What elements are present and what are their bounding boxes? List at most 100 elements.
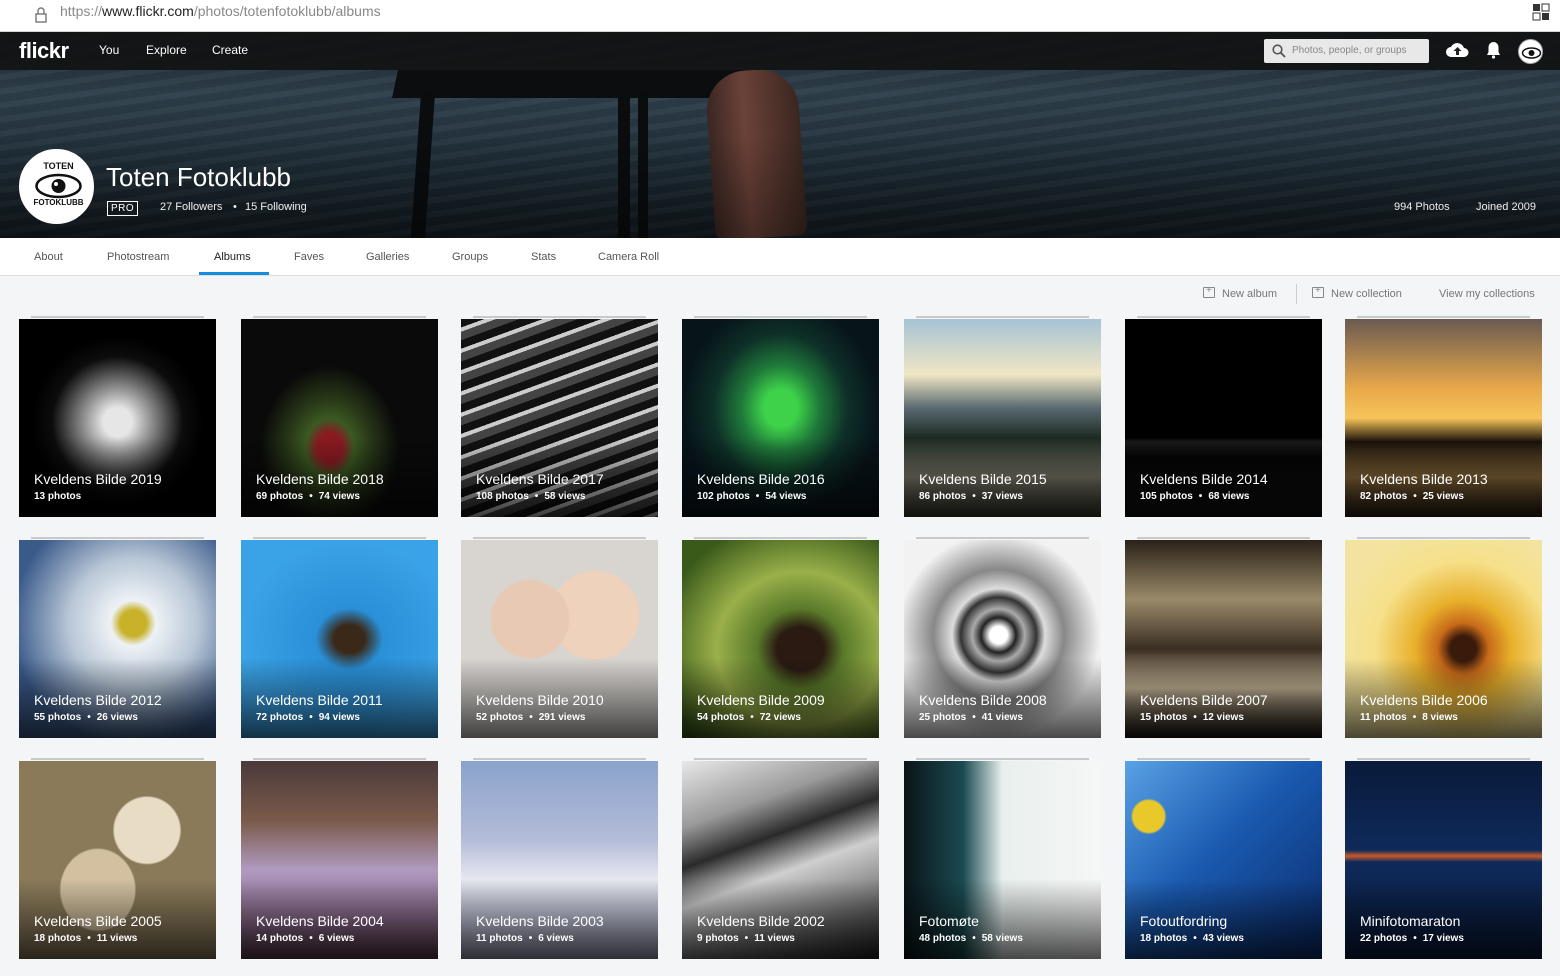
album-stack-edge	[1137, 758, 1310, 760]
album-stack-edge	[31, 537, 204, 539]
search-placeholder: Photos, people, or groups	[1292, 45, 1407, 56]
album-card[interactable]: Fotoutfordring 18 photos • 43 views	[1125, 761, 1322, 959]
url-text[interactable]: https://www.flickr.com/photos/totenfotok…	[60, 2, 381, 20]
album-meta: 25 photos • 41 views	[919, 712, 1023, 723]
view-collections-link[interactable]: View my collections	[1439, 288, 1535, 300]
tab-camera-roll[interactable]: Camera Roll	[598, 251, 659, 263]
album-card[interactable]: Kveldens Bilde 2008 25 photos • 41 views	[904, 540, 1101, 738]
tab-galleries[interactable]: Galleries	[366, 251, 409, 263]
album-card[interactable]: Kveldens Bilde 2006 11 photos • 8 views	[1345, 540, 1542, 738]
album-actions: New album New collection View my collect…	[0, 284, 1560, 304]
album-meta: 22 photos • 17 views	[1360, 933, 1464, 944]
new-album-button[interactable]: New album	[1222, 288, 1277, 300]
search-icon	[1272, 44, 1286, 58]
album-title: Minifotomaraton	[1360, 913, 1461, 929]
album-meta: 18 photos • 11 views	[34, 933, 138, 944]
album-card[interactable]: Kveldens Bilde 2018 69 photos • 74 views	[241, 319, 438, 517]
tab-stats[interactable]: Stats	[531, 251, 556, 263]
album-meta: 69 photos • 74 views	[256, 491, 360, 502]
album-title: Kveldens Bilde 2017	[476, 471, 604, 487]
album-card[interactable]: Kveldens Bilde 2012 55 photos • 26 views	[19, 540, 216, 738]
album-card[interactable]: Kveldens Bilde 2011 72 photos • 94 views	[241, 540, 438, 738]
album-card[interactable]: Kveldens Bilde 2004 14 photos • 6 views	[241, 761, 438, 959]
nav-explore[interactable]: Explore	[146, 43, 187, 57]
extension-icon[interactable]	[1532, 3, 1550, 21]
upload-icon[interactable]	[1446, 41, 1469, 59]
album-card[interactable]: Kveldens Bilde 2014 105 photos • 68 views	[1125, 319, 1322, 517]
tab-albums[interactable]: Albums	[214, 251, 251, 263]
flickr-logo[interactable]: flickr	[19, 38, 69, 64]
album-card[interactable]: Kveldens Bilde 2010 52 photos • 291 views	[461, 540, 658, 738]
album-card[interactable]: Kveldens Bilde 2019 13 photos	[19, 319, 216, 517]
album-meta: 18 photos • 43 views	[1140, 933, 1244, 944]
browser-address-bar[interactable]: https://www.flickr.com/photos/totenfotok…	[0, 0, 1560, 32]
album-meta: 108 photos • 58 views	[476, 491, 586, 502]
album-card[interactable]: Minifotomaraton 22 photos • 17 views	[1345, 761, 1542, 959]
album-meta: 11 photos • 6 views	[476, 933, 574, 944]
album-stack-edge	[31, 758, 204, 760]
nav-create[interactable]: Create	[212, 43, 248, 57]
album-title: Kveldens Bilde 2015	[919, 471, 1047, 487]
followers-link[interactable]: 27 Followers	[160, 201, 222, 213]
notifications-bell-icon[interactable]	[1486, 41, 1501, 59]
svg-text:TOTEN: TOTEN	[43, 161, 73, 171]
profile-name: Toten Fotoklubb	[106, 162, 292, 192]
album-card[interactable]: Kveldens Bilde 2017 108 photos • 58 views	[461, 319, 658, 517]
album-meta: 9 photos • 11 views	[697, 933, 795, 944]
album-card[interactable]: Kveldens Bilde 2013 82 photos • 25 views	[1345, 319, 1542, 517]
album-stack-edge	[473, 758, 646, 760]
album-meta: 14 photos • 6 views	[256, 933, 355, 944]
album-title: Kveldens Bilde 2004	[256, 913, 384, 929]
album-meta: 105 photos • 68 views	[1140, 491, 1250, 502]
album-stack-edge	[31, 316, 204, 318]
album-stack-edge	[916, 316, 1089, 318]
pro-badge[interactable]: PRO	[107, 201, 139, 216]
album-stack-edge	[473, 316, 646, 318]
album-card[interactable]: Fotomøte 48 photos • 58 views	[904, 761, 1101, 959]
tab-photostream[interactable]: Photostream	[107, 251, 169, 263]
album-card[interactable]: Kveldens Bilde 2015 86 photos • 37 views	[904, 319, 1101, 517]
album-meta: 15 photos • 12 views	[1140, 712, 1244, 723]
svg-text:FOTOKLUBB: FOTOKLUBB	[33, 198, 83, 207]
divider	[1296, 284, 1297, 304]
album-stack-edge	[694, 316, 867, 318]
album-stack-edge	[694, 537, 867, 539]
search-input[interactable]: Photos, people, or groups	[1264, 39, 1429, 63]
following-link[interactable]: 15 Following	[245, 201, 307, 213]
profile-avatar[interactable]: TOTEN FOTOKLUBB	[19, 149, 94, 224]
album-title: Kveldens Bilde 2011	[256, 692, 383, 708]
album-meta: 55 photos • 26 views	[34, 712, 138, 723]
nav-you[interactable]: You	[99, 43, 119, 57]
album-title: Fotoutfordring	[1140, 913, 1228, 929]
profile-tabs: About Photostream Albums Faves Galleries…	[0, 238, 1560, 276]
tab-faves[interactable]: Faves	[294, 251, 324, 263]
album-card[interactable]: Kveldens Bilde 2002 9 photos • 11 views	[682, 761, 879, 959]
album-title: Kveldens Bilde 2018	[256, 471, 384, 487]
new-collection-icon	[1312, 285, 1324, 298]
album-stack-edge	[694, 758, 867, 760]
album-stack-edge	[1357, 537, 1530, 539]
album-title: Kveldens Bilde 2019	[34, 471, 162, 487]
new-collection-button[interactable]: New collection	[1331, 288, 1402, 300]
album-card[interactable]: Kveldens Bilde 2005 18 photos • 11 views	[19, 761, 216, 959]
album-card[interactable]: Kveldens Bilde 2003 11 photos • 6 views	[461, 761, 658, 959]
album-meta: 48 photos • 58 views	[919, 933, 1023, 944]
tab-about[interactable]: About	[34, 251, 63, 263]
album-card[interactable]: Kveldens Bilde 2009 54 photos • 72 views	[682, 540, 879, 738]
album-stack-edge	[916, 537, 1089, 539]
album-title: Kveldens Bilde 2014	[1140, 471, 1268, 487]
photos-count: 994 Photos	[1394, 201, 1450, 213]
album-card[interactable]: Kveldens Bilde 2016 102 photos • 54 views	[682, 319, 879, 517]
album-title: Kveldens Bilde 2002	[697, 913, 825, 929]
user-avatar[interactable]	[1518, 39, 1543, 64]
album-stack-edge	[1137, 537, 1310, 539]
tab-groups[interactable]: Groups	[452, 251, 488, 263]
album-meta: 72 photos • 94 views	[256, 712, 360, 723]
album-card[interactable]: Kveldens Bilde 2007 15 photos • 12 views	[1125, 540, 1322, 738]
lock-icon	[35, 7, 47, 23]
album-meta: 11 photos • 8 views	[1360, 712, 1458, 723]
album-meta: 82 photos • 25 views	[1360, 491, 1464, 502]
album-meta: 54 photos • 72 views	[697, 712, 801, 723]
album-stack-edge	[916, 758, 1089, 760]
active-tab-indicator	[199, 272, 269, 275]
